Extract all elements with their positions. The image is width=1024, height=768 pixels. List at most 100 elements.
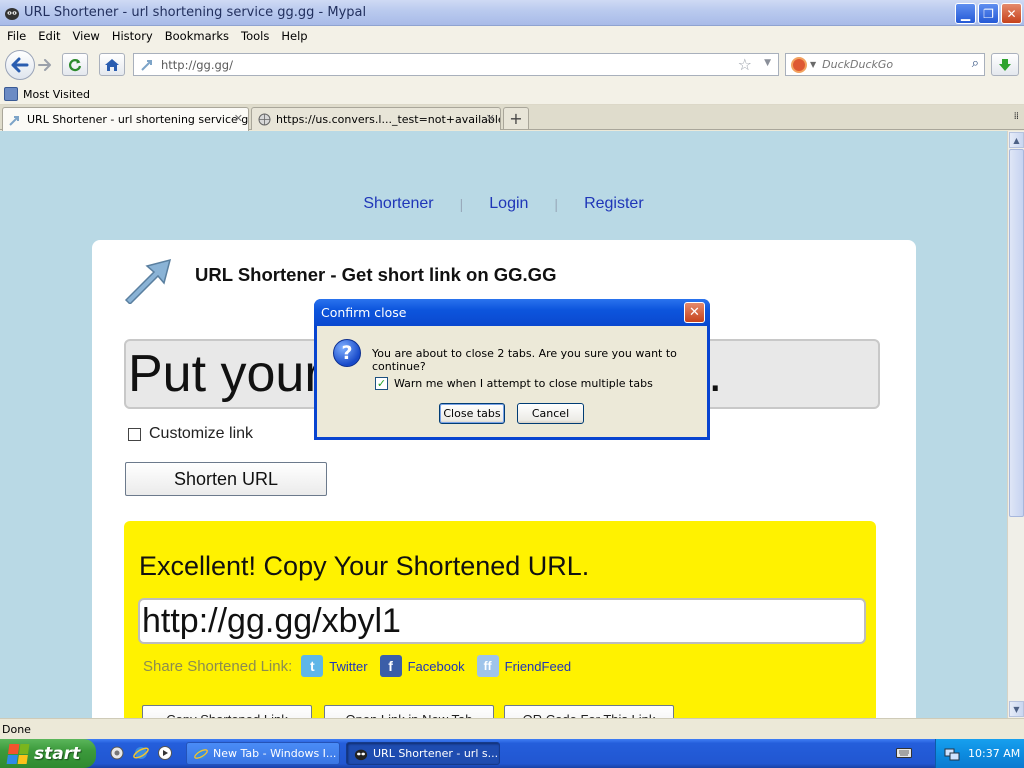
list-all-tabs-icon[interactable]: ⁞⁞ [1014,111,1019,122]
nav-separator: | [459,196,464,212]
taskbar-item-new-tab-ie[interactable]: New Tab - Windows I... [186,742,340,765]
result-title: Excellent! Copy Your Shortened URL. [139,551,590,581]
menu-view[interactable]: View [73,29,100,43]
friendfeed-label: FriendFeed [504,658,572,674]
url-bar[interactable]: ☆ ▼ [133,53,779,76]
facebook-icon: f [379,655,402,677]
shorten-url-button[interactable]: Shorten URL [125,462,327,496]
customize-link-option[interactable]: Customize link [128,425,253,443]
taskbar-item-url-shortener[interactable]: URL Shortener - url s... [346,742,500,765]
tab-close-icon[interactable]: ✕ [486,112,495,125]
windows-flag-icon [6,743,30,764]
customize-link-label: Customize link [149,425,254,442]
engine-dropdown-icon[interactable]: ▼ [810,60,816,69]
menu-tools[interactable]: Tools [241,29,269,43]
share-label: Share Shortened Link: [143,657,293,675]
warn-label: Warn me when I attempt to close multiple… [394,377,653,390]
cancel-button[interactable]: Cancel [517,403,584,424]
tab-label: URL Shortener - url shortening service g… [27,113,249,126]
network-tray-icon[interactable] [944,746,960,762]
menu-bookmarks[interactable]: Bookmarks [165,29,229,43]
result-panel: Excellent! Copy Your Shortened URL. http… [124,521,876,718]
short-url-field[interactable]: http://gg.gg/xbyl1 [138,598,866,644]
menu-history[interactable]: History [112,29,153,43]
close-icon: ✕ [689,305,700,320]
open-link-new-tab-button[interactable]: Open Link in New Tab [324,705,494,718]
dialog-title-bar[interactable]: Confirm close ✕ [314,299,710,326]
close-window-button[interactable]: ✕ [1001,3,1022,24]
bookmarks-toolbar: Most Visited [0,84,1024,105]
share-friendfeed-link[interactable]: ff FriendFeed [476,655,572,677]
close-tabs-button[interactable]: Close tabs [439,403,505,424]
menu-edit[interactable]: Edit [38,29,60,43]
bookmark-star-icon[interactable]: ☆ [738,55,752,74]
forward-button[interactable] [34,55,56,75]
back-arrow-icon [11,57,29,73]
bookmark-folder-icon [4,87,18,101]
site-favicon-icon [139,57,155,73]
plus-icon: + [509,109,523,128]
menu-file[interactable]: File [7,29,26,43]
page-scrollbar[interactable]: ▲ ▼ [1007,131,1024,718]
minimize-icon: ▁ [960,6,971,21]
warn-option[interactable]: ✓ Warn me when I attempt to close multip… [375,377,653,390]
start-button[interactable]: start [0,739,96,768]
nav-link-register[interactable]: Register [584,195,644,213]
new-tab-button[interactable]: + [503,107,529,129]
dialog-close-button[interactable]: ✕ [684,302,705,323]
ie-icon [193,746,208,761]
windows-taskbar: start New Tab - Windows I... URL Shorten… [0,739,1024,768]
customize-link-checkbox[interactable] [128,427,141,441]
downloads-button[interactable] [991,53,1019,76]
page-heading: URL Shortener - Get short link on GG.GG [195,264,557,285]
search-icon[interactable]: ⌕ [972,56,979,71]
scroll-down-icon[interactable]: ▼ [1009,701,1024,717]
url-history-dropdown-icon[interactable]: ▼ [764,58,771,68]
scrollbar-thumb[interactable] [1009,149,1024,517]
qr-code-button[interactable]: QR Code For This Link [504,705,674,718]
globe-icon [257,112,271,126]
forward-arrow-icon [38,59,51,71]
keyboard-icon[interactable] [896,746,912,760]
duckduckgo-engine-icon[interactable] [791,56,807,73]
maximize-button[interactable]: ❐ [978,3,999,24]
quicklaunch-settings-icon[interactable] [108,744,126,762]
copy-shortened-link-button[interactable]: Copy Shortened Link [142,705,312,718]
tab-favicon-icon [8,113,22,127]
tab-label: https://us.convers.l..._test=not+availab… [276,112,501,126]
site-top-navigation: Shortener | Login | Register [0,195,1007,213]
most-visited-bookmark[interactable]: Most Visited [4,87,90,101]
download-arrow-icon [999,58,1011,71]
search-bar[interactable]: ▼ ⌕ [785,53,985,76]
system-tray: 10:37 AM [935,739,1024,768]
nav-link-shortener[interactable]: Shortener [363,195,433,213]
nav-link-login[interactable]: Login [489,195,528,213]
search-input[interactable] [822,58,963,71]
scroll-up-icon[interactable]: ▲ [1009,132,1024,148]
quicklaunch-media-icon[interactable] [156,744,174,762]
navigation-toolbar: ☆ ▼ ▼ ⌕ [0,46,1024,84]
share-facebook-link[interactable]: f Facebook [379,655,465,677]
share-twitter-link[interactable]: t Twitter [301,655,368,677]
tab-convers[interactable]: https://us.convers.l..._test=not+availab… [251,107,501,130]
tab-strip: URL Shortener - url shortening service g… [0,105,1024,131]
start-label: start [34,743,81,764]
minimize-button[interactable]: ▁ [955,3,976,24]
quicklaunch-ie-icon[interactable] [132,744,150,762]
tab-close-icon[interactable]: ✕ [234,112,243,125]
input-placeholder-left: Put your [128,345,322,403]
clock[interactable]: 10:37 AM [968,747,1020,760]
status-text: Done [2,722,31,736]
warn-checkbox[interactable]: ✓ [375,377,388,390]
reload-button[interactable] [62,53,88,76]
menu-help[interactable]: Help [281,29,307,43]
status-bar: Done [0,718,1024,739]
home-button[interactable] [99,53,125,76]
friendfeed-icon: ff [476,655,499,677]
window-title-bar[interactable]: URL Shortener - url shortening service g… [0,0,1024,26]
dialog-message: You are about to close 2 tabs. Are you s… [372,347,677,373]
back-button[interactable] [5,50,35,80]
facebook-label: Facebook [407,658,465,674]
url-input[interactable] [161,57,721,72]
tab-url-shortener[interactable]: URL Shortener - url shortening service g… [2,107,249,131]
